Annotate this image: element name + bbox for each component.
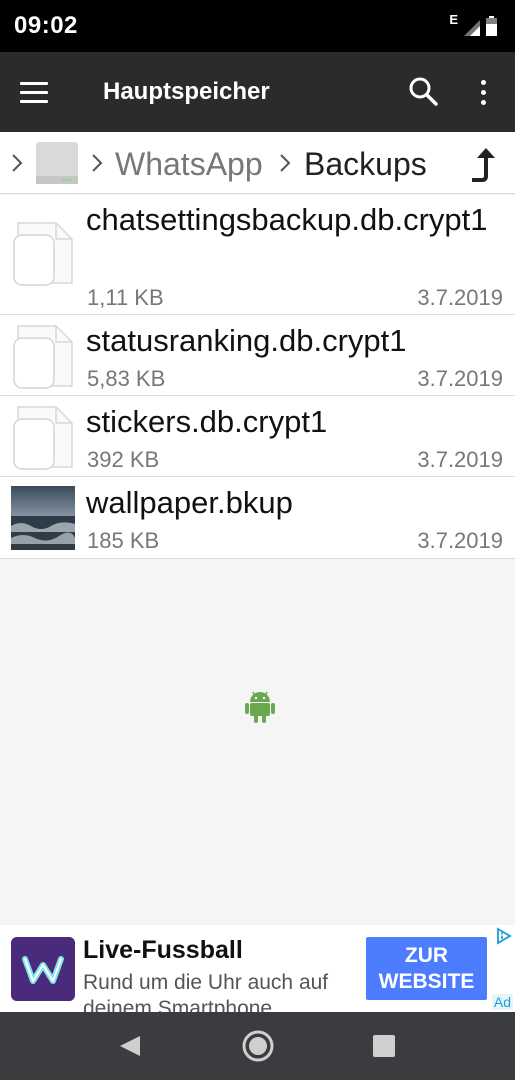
file-size: 392 KB bbox=[87, 447, 160, 472]
status-icons: E bbox=[449, 13, 497, 36]
file-size: 1,11 KB bbox=[87, 285, 164, 310]
file-size: 185 KB bbox=[87, 528, 160, 553]
breadcrumb: WhatsApp Backups bbox=[0, 132, 515, 194]
menu-icon[interactable] bbox=[20, 74, 60, 110]
file-name: stickers.db.crypt1 bbox=[86, 404, 328, 439]
up-arrow-icon[interactable] bbox=[464, 146, 498, 184]
back-icon[interactable] bbox=[112, 1028, 148, 1064]
file-date: 3.7.2019 bbox=[417, 528, 503, 553]
ad-mark: Ad bbox=[491, 994, 513, 1010]
ad-text[interactable]: Rund um die Uhr auch auf deinem Smartpho… bbox=[83, 970, 353, 1012]
ad-logo[interactable] bbox=[11, 937, 75, 1001]
file-size: 5,83 KB bbox=[87, 366, 166, 391]
empty-area bbox=[0, 559, 515, 925]
file-icon bbox=[13, 406, 73, 470]
breadcrumb-item-backups[interactable]: Backups bbox=[304, 146, 427, 183]
nav-bar bbox=[0, 1012, 515, 1080]
search-icon[interactable] bbox=[406, 74, 442, 110]
file-row-stickers[interactable]: stickers.db.crypt1 392 KB 3.7.2019 bbox=[0, 396, 515, 477]
ad-banner[interactable]: Live-Fussball Rund um die Uhr auch auf d… bbox=[0, 925, 515, 1012]
file-name: wallpaper.bkup bbox=[86, 485, 293, 520]
file-row-statusranking[interactable]: statusranking.db.crypt1 5,83 KB 3.7.2019 bbox=[0, 315, 515, 396]
app-bar: Hauptspeicher bbox=[0, 52, 515, 132]
home-icon[interactable] bbox=[240, 1028, 276, 1064]
file-date: 3.7.2019 bbox=[417, 366, 503, 391]
network-type-label: E bbox=[449, 12, 458, 27]
more-vert-icon[interactable] bbox=[470, 74, 496, 110]
ad-cta-button[interactable]: ZUR WEBSITE bbox=[366, 937, 487, 1000]
image-thumbnail bbox=[11, 486, 75, 550]
app-title: Hauptspeicher bbox=[103, 78, 270, 105]
signal-icon bbox=[464, 20, 480, 36]
breadcrumb-item-whatsapp[interactable]: WhatsApp bbox=[115, 146, 263, 183]
drive-icon[interactable] bbox=[34, 140, 80, 186]
android-icon bbox=[245, 691, 275, 723]
battery-icon bbox=[486, 16, 497, 36]
status-time: 09:02 bbox=[14, 12, 78, 39]
file-name: chatsettingsbackup.db.crypt1 bbox=[86, 202, 488, 237]
ad-choices-icon[interactable] bbox=[495, 927, 513, 945]
chevron-right-icon bbox=[280, 154, 291, 172]
file-list: chatsettingsbackup.db.crypt1 1,11 KB 3.7… bbox=[0, 195, 515, 559]
file-date: 3.7.2019 bbox=[417, 285, 503, 310]
chevron-right-icon bbox=[92, 154, 103, 172]
file-row-wallpaper[interactable]: wallpaper.bkup 185 KB 3.7.2019 bbox=[0, 477, 515, 559]
file-icon bbox=[13, 222, 73, 286]
recents-icon[interactable] bbox=[366, 1028, 402, 1064]
file-date: 3.7.2019 bbox=[417, 447, 503, 472]
file-icon bbox=[13, 325, 73, 389]
file-name: statusranking.db.crypt1 bbox=[86, 323, 407, 358]
chevron-right-icon bbox=[12, 154, 23, 172]
file-row-chatsettingsbackup[interactable]: chatsettingsbackup.db.crypt1 1,11 KB 3.7… bbox=[0, 195, 515, 315]
ad-title[interactable]: Live-Fussball bbox=[83, 936, 243, 965]
status-bar: 09:02 E bbox=[0, 0, 515, 52]
